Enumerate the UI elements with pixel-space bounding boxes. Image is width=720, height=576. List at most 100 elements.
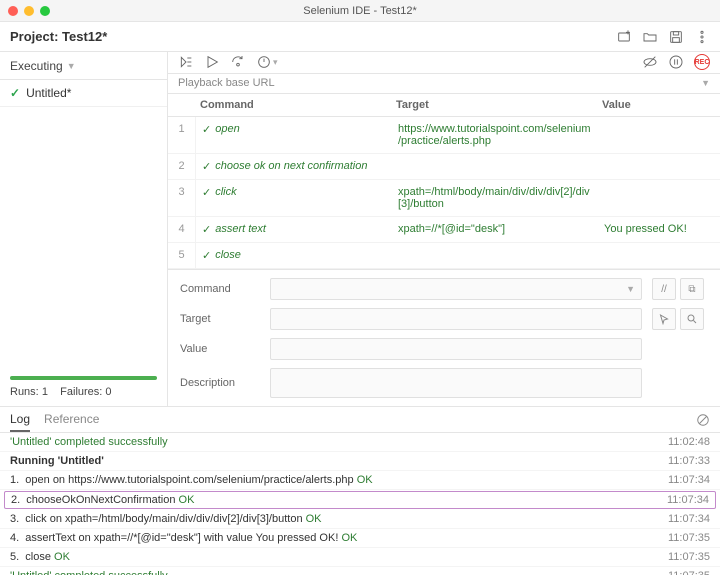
progress-bar — [10, 376, 157, 380]
playback-url-input[interactable]: Playback base URL ▼ — [168, 74, 720, 94]
project-name: Test12* — [62, 29, 107, 44]
record-icon[interactable]: REC — [694, 54, 710, 70]
more-menu-icon[interactable] — [694, 29, 710, 45]
check-icon: ✓ — [202, 249, 211, 262]
sidebar-tab-executing[interactable]: Executing ▼ — [0, 52, 167, 80]
check-icon: ✓ — [10, 86, 20, 100]
log-row: Running 'Untitled'11:07:33 — [0, 452, 720, 471]
row-value — [598, 180, 720, 216]
editor-value-label: Value — [180, 343, 260, 355]
row-number: 2 — [168, 154, 196, 179]
row-value — [598, 243, 720, 268]
log-text: Running 'Untitled' — [10, 455, 104, 467]
disable-breakpoints-icon[interactable] — [642, 54, 658, 70]
sidebar-tab-label: Executing — [10, 59, 63, 73]
col-header-command: Command — [196, 94, 392, 116]
failures-count: 0 — [105, 386, 111, 398]
log-row: 2. chooseOkOnNextConfirmation OK11:07:34 — [4, 491, 716, 509]
runs-label: Runs: — [10, 386, 39, 398]
row-target: xpath=//*[@id="desk"] — [392, 217, 598, 242]
command-grid: Command Target Value 1✓openhttps://www.t… — [168, 94, 720, 269]
log-row: 'Untitled' completed successfully 11:07:3… — [0, 567, 720, 575]
grid-row[interactable]: 3✓clickxpath=/html/body/main/div/div/div… — [168, 180, 720, 217]
log-text: 3. click on xpath=/html/body/main/div/di… — [10, 513, 322, 525]
grid-row[interactable]: 4✓assert textxpath=//*[@id="desk"]You pr… — [168, 217, 720, 243]
run-current-icon[interactable] — [204, 54, 220, 70]
toolbar: ▾ REC — [168, 52, 720, 74]
test-item[interactable]: ✓ Untitled* — [0, 80, 167, 107]
test-list: ✓ Untitled* — [0, 80, 167, 376]
editor-target-label: Target — [180, 313, 260, 325]
open-reference-button[interactable]: ⧉ — [680, 278, 704, 300]
find-target-button[interactable] — [680, 308, 704, 330]
save-project-icon[interactable] — [668, 29, 684, 45]
tab-reference[interactable]: Reference — [44, 408, 99, 432]
log-time: 11:07:35 — [668, 570, 710, 575]
test-item-name: Untitled* — [26, 86, 71, 100]
run-stats: Runs: 1 Failures: 0 — [0, 376, 167, 406]
row-value — [598, 117, 720, 153]
editor-description-label: Description — [180, 377, 260, 389]
log-section: Log Reference 'Untitled' completed succe… — [0, 406, 720, 575]
record-label: REC — [694, 54, 710, 70]
row-value — [598, 154, 720, 179]
step-over-icon[interactable] — [230, 54, 246, 70]
row-target — [392, 154, 598, 179]
log-row: 'Untitled' completed successfully 11:02:4… — [0, 433, 720, 452]
col-header-value: Value — [598, 94, 720, 116]
log-time: 11:07:34 — [668, 513, 710, 525]
row-command: ✓open — [196, 117, 392, 153]
row-number: 3 — [168, 180, 196, 216]
open-project-icon[interactable] — [642, 29, 658, 45]
row-target: https://www.tutorialspoint.com/selenium/… — [392, 117, 598, 153]
row-command: ✓close — [196, 243, 392, 268]
log-text: 'Untitled' completed successfully — [10, 436, 168, 448]
run-all-icon[interactable] — [178, 54, 194, 70]
editor-target-input[interactable] — [270, 308, 642, 330]
chevron-down-icon: ▼ — [67, 61, 76, 71]
log-time: 11:02:48 — [668, 436, 710, 448]
editor-description-input[interactable] — [270, 368, 642, 398]
row-target: xpath=/html/body/main/div/div/div[2]/div… — [392, 180, 598, 216]
row-number: 5 — [168, 243, 196, 268]
clear-log-icon[interactable] — [696, 413, 710, 427]
log-row: 3. click on xpath=/html/body/main/div/di… — [0, 510, 720, 529]
log-body[interactable]: 'Untitled' completed successfully 11:02:4… — [0, 433, 720, 575]
row-command: ✓click — [196, 180, 392, 216]
pause-icon[interactable] — [668, 54, 684, 70]
check-icon: ✓ — [202, 186, 211, 199]
log-time: 11:07:35 — [668, 551, 710, 563]
failures-label: Failures: — [60, 386, 102, 398]
log-time: 11:07:34 — [667, 494, 709, 506]
grid-row[interactable]: 1✓openhttps://www.tutorialspoint.com/sel… — [168, 117, 720, 154]
main-panel: ▾ REC Playback base URL ▼ Command Target… — [168, 52, 720, 406]
new-project-icon[interactable] — [616, 29, 632, 45]
log-time: 11:07:35 — [668, 532, 710, 544]
editor-command-input[interactable]: ▼ — [270, 278, 642, 300]
row-target — [392, 243, 598, 268]
col-header-target: Target — [392, 94, 598, 116]
log-row: 4. assertText on xpath=//*[@id="desk"] w… — [0, 529, 720, 548]
grid-row[interactable]: 5✓close — [168, 243, 720, 269]
check-icon: ✓ — [202, 223, 211, 236]
runs-count: 1 — [42, 386, 48, 398]
toggle-comment-button[interactable]: // — [652, 278, 676, 300]
grid-row[interactable]: 2✓choose ok on next confirmation — [168, 154, 720, 180]
log-text: 4. assertText on xpath=//*[@id="desk"] w… — [10, 532, 357, 544]
project-label: Project: — [10, 29, 58, 44]
row-number: 4 — [168, 217, 196, 242]
select-target-button[interactable] — [652, 308, 676, 330]
check-icon: ✓ — [202, 160, 211, 173]
editor-value-input[interactable] — [270, 338, 642, 360]
log-text: 1. open on https://www.tutorialspoint.co… — [10, 474, 373, 486]
row-command: ✓choose ok on next confirmation — [196, 154, 392, 179]
log-text: 'Untitled' completed successfully — [10, 570, 168, 575]
playback-url-placeholder: Playback base URL — [178, 77, 275, 89]
row-value: You pressed OK! — [598, 217, 720, 242]
tab-log[interactable]: Log — [10, 408, 30, 432]
editor-command-label: Command — [180, 283, 260, 295]
chevron-down-icon: ▼ — [701, 78, 710, 88]
window-title: Selenium IDE - Test12* — [0, 5, 720, 17]
speed-icon[interactable]: ▾ — [256, 54, 278, 70]
grid-header: Command Target Value — [168, 94, 720, 117]
